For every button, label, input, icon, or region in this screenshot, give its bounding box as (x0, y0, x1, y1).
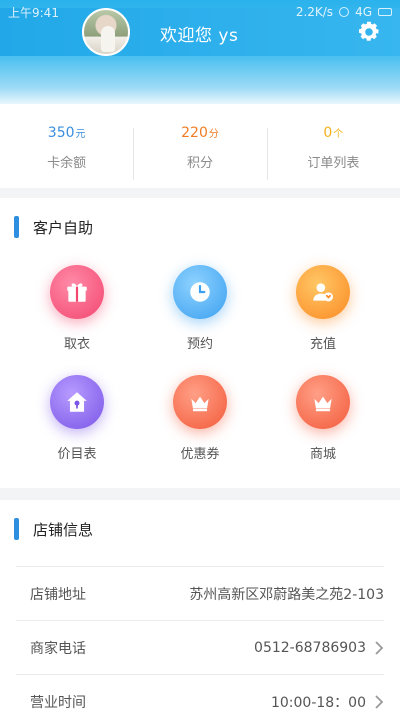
grid-label: 预约 (186, 337, 213, 352)
row-label: 店铺地址 (30, 586, 86, 603)
shop-info-title: 店铺信息 (33, 520, 94, 539)
status-network: 4G (355, 5, 372, 19)
status-speed: 2.2K/s (295, 5, 334, 19)
chevron-right-icon (375, 694, 384, 709)
stat-points-label: 积分 (186, 155, 213, 171)
shop-info-section: 店铺信息 店铺地址 苏州高新区邓蔚路美之苑2-103 商家电话 0512-687… (0, 500, 400, 711)
grid-label: 价目表 (57, 447, 97, 462)
stat-balance-value: 350元 (47, 124, 86, 141)
welcome-text: 欢迎您 ys (160, 26, 239, 46)
alarm-icon (339, 7, 350, 17)
self-service-section: 客户自助 取衣 预约 充值 价目表 优惠券 商城 (0, 198, 400, 488)
crown-icon (173, 375, 227, 429)
row-right: 苏州高新区邓蔚路美之苑2-103 (189, 584, 384, 604)
grid-item-pickup[interactable]: 取衣 (22, 265, 132, 352)
row-label: 商家电话 (30, 640, 86, 657)
status-time: 上午9:41 (8, 5, 59, 20)
grid-item-coupons[interactable]: 优惠券 (145, 375, 255, 462)
avatar[interactable] (82, 8, 130, 56)
status-indicators: 2.2K/s 4G (296, 5, 392, 19)
section-accent-bar (14, 518, 19, 540)
shop-hours-row[interactable]: 营业时间 10:00-18：00 (16, 674, 384, 711)
shop-address-row: 店铺地址 苏州高新区邓蔚路美之苑2-103 (16, 566, 384, 620)
grid-label: 优惠券 (180, 447, 220, 462)
row-right: 0512-68786903 (254, 640, 384, 656)
grid-label: 取衣 (63, 337, 90, 352)
row-value: 0512-68786903 (254, 639, 366, 656)
stat-points-value: 220分 (181, 124, 219, 141)
section-accent-bar (14, 216, 19, 238)
header: 上午9:41 2.2K/s 4G 欢迎您 ys (0, 0, 400, 104)
stat-orders-value: 0个 (323, 124, 344, 141)
battery-icon (378, 8, 392, 16)
grid-label: 商城 (309, 447, 336, 462)
stat-balance[interactable]: 350元 卡余额 (0, 122, 133, 171)
account-stats: 350元 卡余额 220分 积分 0个 订单列表 (0, 104, 400, 188)
crown-icon (296, 375, 350, 429)
row-label: 营业时间 (30, 694, 86, 711)
grid-item-price-list[interactable]: 价目表 (22, 375, 132, 462)
shop-info-list: 店铺地址 苏州高新区邓蔚路美之苑2-103 商家电话 0512-68786903… (0, 566, 400, 711)
gift-icon (50, 265, 104, 319)
clock-icon (173, 265, 227, 319)
shop-phone-row[interactable]: 商家电话 0512-68786903 (16, 620, 384, 674)
gear-icon[interactable] (357, 20, 381, 44)
grid-item-appointment[interactable]: 预约 (145, 265, 255, 352)
grid-item-recharge[interactable]: 充值 (268, 265, 378, 352)
self-service-title: 客户自助 (33, 218, 94, 237)
chevron-right-icon (375, 640, 384, 655)
row-value: 苏州高新区邓蔚路美之苑2-103 (189, 586, 384, 603)
stat-orders[interactable]: 0个 订单列表 (266, 122, 400, 180)
grid-item-mall[interactable]: 商城 (268, 375, 378, 462)
stat-points[interactable]: 220分 积分 (133, 122, 266, 180)
user-recharge-icon (296, 265, 350, 319)
house-icon (50, 375, 104, 429)
avatar-figure (101, 26, 115, 52)
section-title: 店铺信息 (14, 518, 93, 540)
row-value: 10:00-18：00 (270, 694, 366, 711)
grid-label: 充值 (309, 337, 336, 352)
stat-orders-label: 订单列表 (307, 155, 360, 171)
stat-balance-label: 卡余额 (47, 155, 87, 171)
section-title: 客户自助 (14, 216, 93, 238)
row-right: 10:00-18：00 (271, 692, 384, 711)
